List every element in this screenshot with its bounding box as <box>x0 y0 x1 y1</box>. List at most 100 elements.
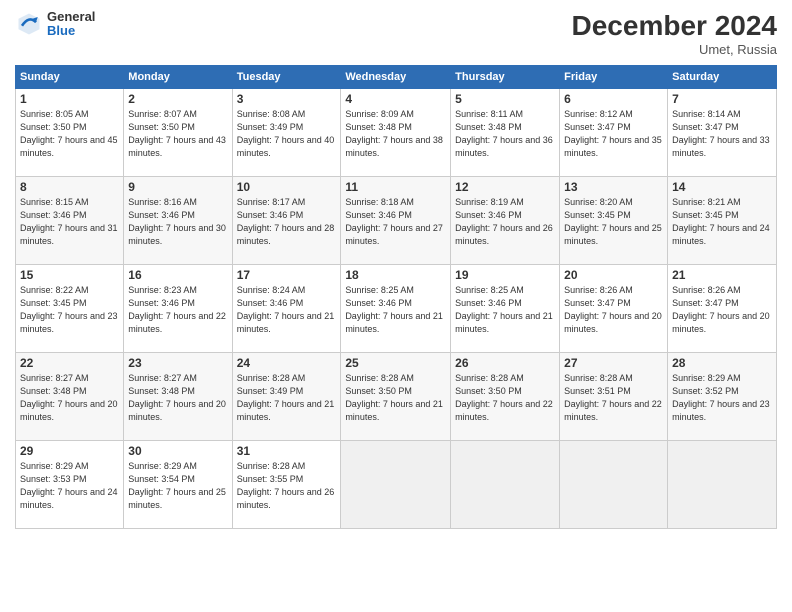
day-info: Sunrise: 8:25 AM Sunset: 3:46 PM Dayligh… <box>455 284 555 336</box>
calendar-table: SundayMondayTuesdayWednesdayThursdayFrid… <box>15 65 777 529</box>
day-number: 22 <box>20 356 119 370</box>
day-cell: 15 Sunrise: 8:22 AM Sunset: 3:45 PM Dayli… <box>16 265 124 353</box>
day-cell: 4 Sunrise: 8:09 AM Sunset: 3:48 PM Daylig… <box>341 89 451 177</box>
day-info: Sunrise: 8:25 AM Sunset: 3:46 PM Dayligh… <box>345 284 446 336</box>
day-cell <box>451 441 560 529</box>
day-info: Sunrise: 8:12 AM Sunset: 3:47 PM Dayligh… <box>564 108 663 160</box>
day-number: 9 <box>128 180 227 194</box>
day-cell: 12 Sunrise: 8:19 AM Sunset: 3:46 PM Dayli… <box>451 177 560 265</box>
day-number: 19 <box>455 268 555 282</box>
day-cell: 22 Sunrise: 8:27 AM Sunset: 3:48 PM Dayli… <box>16 353 124 441</box>
day-cell <box>668 441 777 529</box>
day-cell <box>560 441 668 529</box>
day-number: 17 <box>237 268 337 282</box>
logo: General Blue <box>15 10 95 39</box>
day-number: 18 <box>345 268 446 282</box>
day-cell: 25 Sunrise: 8:28 AM Sunset: 3:50 PM Dayli… <box>341 353 451 441</box>
day-number: 11 <box>345 180 446 194</box>
day-cell: 3 Sunrise: 8:08 AM Sunset: 3:49 PM Daylig… <box>232 89 341 177</box>
col-header-friday: Friday <box>560 66 668 89</box>
day-info: Sunrise: 8:27 AM Sunset: 3:48 PM Dayligh… <box>128 372 227 424</box>
day-number: 30 <box>128 444 227 458</box>
day-cell: 7Sunrise: 8:14 AM Sunset: 3:47 PM Daylig… <box>668 89 777 177</box>
day-info: Sunrise: 8:28 AM Sunset: 3:50 PM Dayligh… <box>345 372 446 424</box>
day-cell: 16Sunrise: 8:23 AM Sunset: 3:46 PM Dayli… <box>124 265 232 353</box>
week-row-3: 15 Sunrise: 8:22 AM Sunset: 3:45 PM Dayli… <box>16 265 777 353</box>
day-number: 7 <box>672 92 772 106</box>
day-info: Sunrise: 8:21 AM Sunset: 3:45 PM Dayligh… <box>672 196 772 248</box>
day-cell: 18 Sunrise: 8:25 AM Sunset: 3:46 PM Dayli… <box>341 265 451 353</box>
day-number: 14 <box>672 180 772 194</box>
day-info: Sunrise: 8:16 AM Sunset: 3:46 PM Dayligh… <box>128 196 227 248</box>
day-number: 26 <box>455 356 555 370</box>
day-cell: 13 Sunrise: 8:20 AM Sunset: 3:45 PM Dayli… <box>560 177 668 265</box>
calendar-page: General Blue December 2024 Umet, Russia … <box>0 0 792 612</box>
day-info: Sunrise: 8:15 AM Sunset: 3:46 PM Dayligh… <box>20 196 119 248</box>
day-info: Sunrise: 8:26 AM Sunset: 3:47 PM Dayligh… <box>672 284 772 336</box>
day-number: 8 <box>20 180 119 194</box>
day-cell: 31 Sunrise: 8:28 AM Sunset: 3:55 PM Dayli… <box>232 441 341 529</box>
day-info: Sunrise: 8:28 AM Sunset: 3:50 PM Dayligh… <box>455 372 555 424</box>
day-cell: 10Sunrise: 8:17 AM Sunset: 3:46 PM Dayli… <box>232 177 341 265</box>
day-number: 29 <box>20 444 119 458</box>
day-number: 5 <box>455 92 555 106</box>
day-info: Sunrise: 8:19 AM Sunset: 3:46 PM Dayligh… <box>455 196 555 248</box>
day-number: 23 <box>128 356 227 370</box>
day-info: Sunrise: 8:28 AM Sunset: 3:51 PM Dayligh… <box>564 372 663 424</box>
day-number: 20 <box>564 268 663 282</box>
day-number: 31 <box>237 444 337 458</box>
day-cell: 8 Sunrise: 8:15 AM Sunset: 3:46 PM Daylig… <box>16 177 124 265</box>
col-header-thursday: Thursday <box>451 66 560 89</box>
day-info: Sunrise: 8:27 AM Sunset: 3:48 PM Dayligh… <box>20 372 119 424</box>
day-cell: 14 Sunrise: 8:21 AM Sunset: 3:45 PM Dayli… <box>668 177 777 265</box>
day-info: Sunrise: 8:07 AM Sunset: 3:50 PM Dayligh… <box>128 108 227 160</box>
logo-icon <box>15 10 43 38</box>
day-cell: 19 Sunrise: 8:25 AM Sunset: 3:46 PM Dayli… <box>451 265 560 353</box>
day-number: 13 <box>564 180 663 194</box>
day-number: 12 <box>455 180 555 194</box>
day-info: Sunrise: 8:20 AM Sunset: 3:45 PM Dayligh… <box>564 196 663 248</box>
day-info: Sunrise: 8:22 AM Sunset: 3:45 PM Dayligh… <box>20 284 119 336</box>
day-info: Sunrise: 8:05 AM Sunset: 3:50 PM Dayligh… <box>20 108 119 160</box>
day-number: 2 <box>128 92 227 106</box>
week-row-1: 1 Sunrise: 8:05 AM Sunset: 3:50 PM Daylig… <box>16 89 777 177</box>
logo-general: General <box>47 10 95 24</box>
header-row: SundayMondayTuesdayWednesdayThursdayFrid… <box>16 66 777 89</box>
day-cell: 20 Sunrise: 8:26 AM Sunset: 3:47 PM Dayli… <box>560 265 668 353</box>
col-header-wednesday: Wednesday <box>341 66 451 89</box>
day-number: 24 <box>237 356 337 370</box>
month-title: December 2024 <box>572 10 777 42</box>
logo-blue: Blue <box>47 24 95 38</box>
day-cell: 17Sunrise: 8:24 AM Sunset: 3:46 PM Dayli… <box>232 265 341 353</box>
day-info: Sunrise: 8:29 AM Sunset: 3:53 PM Dayligh… <box>20 460 119 512</box>
day-info: Sunrise: 8:09 AM Sunset: 3:48 PM Dayligh… <box>345 108 446 160</box>
day-cell: 24 Sunrise: 8:28 AM Sunset: 3:49 PM Dayli… <box>232 353 341 441</box>
week-row-5: 29 Sunrise: 8:29 AM Sunset: 3:53 PM Dayli… <box>16 441 777 529</box>
col-header-sunday: Sunday <box>16 66 124 89</box>
day-number: 1 <box>20 92 119 106</box>
day-cell: 23 Sunrise: 8:27 AM Sunset: 3:48 PM Dayli… <box>124 353 232 441</box>
location: Umet, Russia <box>572 42 777 57</box>
day-number: 15 <box>20 268 119 282</box>
day-info: Sunrise: 8:23 AM Sunset: 3:46 PM Dayligh… <box>128 284 227 336</box>
day-cell: 6Sunrise: 8:12 AM Sunset: 3:47 PM Daylig… <box>560 89 668 177</box>
day-cell: 21Sunrise: 8:26 AM Sunset: 3:47 PM Dayli… <box>668 265 777 353</box>
day-cell: 1 Sunrise: 8:05 AM Sunset: 3:50 PM Daylig… <box>16 89 124 177</box>
day-cell <box>341 441 451 529</box>
day-info: Sunrise: 8:29 AM Sunset: 3:52 PM Dayligh… <box>672 372 772 424</box>
day-number: 25 <box>345 356 446 370</box>
day-info: Sunrise: 8:08 AM Sunset: 3:49 PM Dayligh… <box>237 108 337 160</box>
logo-text: General Blue <box>47 10 95 39</box>
day-number: 4 <box>345 92 446 106</box>
day-cell: 28 Sunrise: 8:29 AM Sunset: 3:52 PM Dayli… <box>668 353 777 441</box>
day-number: 27 <box>564 356 663 370</box>
day-number: 3 <box>237 92 337 106</box>
day-number: 28 <box>672 356 772 370</box>
day-info: Sunrise: 8:28 AM Sunset: 3:49 PM Dayligh… <box>237 372 337 424</box>
day-cell: 29 Sunrise: 8:29 AM Sunset: 3:53 PM Dayli… <box>16 441 124 529</box>
day-cell: 27 Sunrise: 8:28 AM Sunset: 3:51 PM Dayli… <box>560 353 668 441</box>
day-info: Sunrise: 8:26 AM Sunset: 3:47 PM Dayligh… <box>564 284 663 336</box>
day-number: 10 <box>237 180 337 194</box>
title-section: December 2024 Umet, Russia <box>572 10 777 57</box>
day-info: Sunrise: 8:28 AM Sunset: 3:55 PM Dayligh… <box>237 460 337 512</box>
